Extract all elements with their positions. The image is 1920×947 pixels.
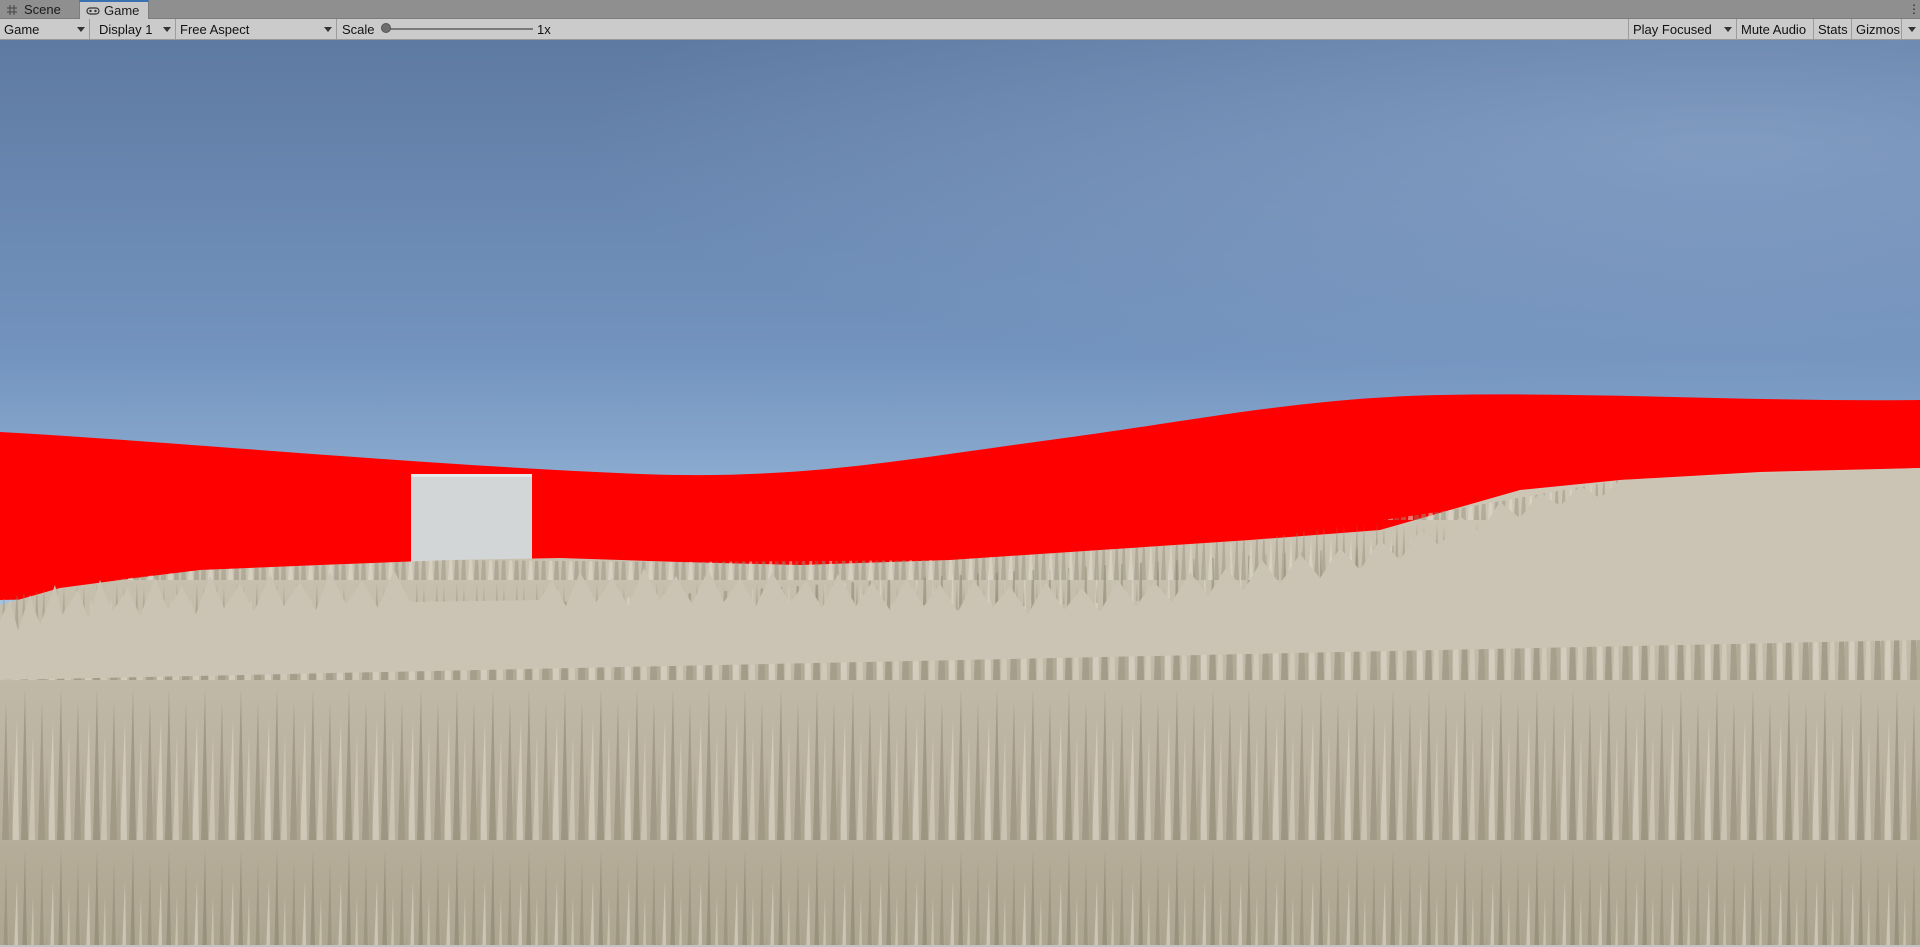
scale-slider-track[interactable] bbox=[385, 28, 533, 30]
stats-label: Stats bbox=[1818, 21, 1848, 37]
mute-audio-button[interactable]: Mute Audio bbox=[1737, 19, 1814, 39]
scale-label: Scale bbox=[342, 21, 375, 37]
display-dropdown[interactable]: Display 1 bbox=[90, 19, 176, 39]
chevron-down-icon bbox=[77, 27, 85, 32]
editor-tab-bar: Scene Game ⋮ bbox=[0, 0, 1920, 19]
tab-game-label: Game bbox=[104, 3, 140, 18]
scale-slider-thumb[interactable] bbox=[381, 23, 391, 33]
gizmos-dropdown[interactable] bbox=[1902, 19, 1920, 39]
game-viewport[interactable] bbox=[0, 40, 1920, 947]
chevron-down-icon bbox=[324, 27, 332, 32]
aspect-dropdown[interactable]: Free Aspect bbox=[176, 19, 337, 39]
play-mode-label: Play Focused bbox=[1633, 21, 1712, 37]
tab-game[interactable]: Game bbox=[79, 0, 149, 19]
scene-grid-icon bbox=[6, 4, 20, 16]
display-label: Display 1 bbox=[99, 21, 153, 37]
gizmos-button[interactable]: Gizmos bbox=[1852, 19, 1902, 39]
more-options-icon[interactable]: ⋮ bbox=[1908, 1, 1920, 17]
stats-button[interactable]: Stats bbox=[1814, 19, 1852, 39]
gizmos-label: Gizmos bbox=[1856, 21, 1901, 37]
chevron-down-icon bbox=[1724, 27, 1732, 32]
chevron-down-icon bbox=[163, 27, 171, 32]
chevron-down-icon bbox=[1908, 27, 1916, 32]
tab-scene[interactable]: Scene bbox=[0, 0, 78, 19]
game-view-toolbar: Game Display 1 Free Aspect Scale 1x Play… bbox=[0, 19, 1920, 40]
tab-scene-label: Scene bbox=[24, 2, 61, 17]
gamepad-icon bbox=[86, 5, 100, 17]
game-view-dropdown[interactable]: Game bbox=[0, 19, 90, 39]
game-view-label: Game bbox=[4, 21, 40, 37]
mute-audio-label: Mute Audio bbox=[1741, 21, 1807, 37]
game-render bbox=[0, 40, 1920, 947]
aspect-label: Free Aspect bbox=[180, 21, 250, 37]
play-mode-dropdown[interactable]: Play Focused bbox=[1628, 19, 1737, 39]
cube-top-edge bbox=[411, 474, 532, 477]
scale-value: 1x bbox=[537, 22, 551, 37]
